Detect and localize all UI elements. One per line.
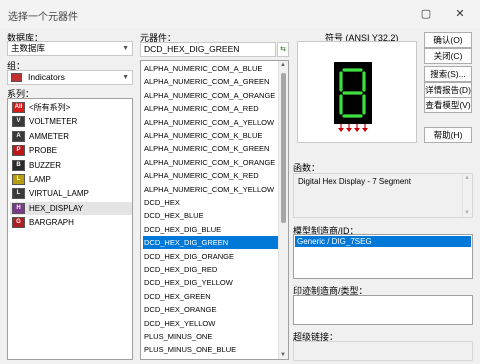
component-item[interactable]: DCD_HEX_DIG_RED (143, 263, 278, 276)
ammeter-icon: A (12, 130, 25, 142)
series-item[interactable]: G BARGRAPH (10, 216, 132, 229)
component-item[interactable]: DCD_HEX_GREEN (143, 290, 278, 303)
component-item[interactable]: DCD_HEX_YELLOW (143, 317, 278, 330)
component-item[interactable]: ALPHA_NUMERIC_COM_K_ORANGE (143, 156, 278, 169)
hyperlink-box (293, 341, 473, 361)
component-item[interactable]: ALPHA_NUMERIC_COM_K_BLUE (143, 129, 278, 142)
component-item[interactable]: DCD_HEX_DIG_BLUE (143, 223, 278, 236)
series-item[interactable]: L VIRTUAL_LAMP (10, 187, 132, 200)
series-item[interactable]: B BUZZER (10, 159, 132, 172)
component-item[interactable]: ALPHA_NUMERIC_COM_K_GREEN (143, 142, 278, 155)
component-item[interactable]: ALPHA_NUMERIC_COM_A_GREEN (143, 75, 278, 88)
scroll-down-icon[interactable]: ▼ (463, 210, 471, 216)
seven-segment-symbol (334, 62, 372, 132)
series-item[interactable]: L LAMP (10, 173, 132, 186)
footprint-mfr-list[interactable] (293, 295, 473, 325)
voltmeter-icon: V (12, 116, 25, 128)
bargraph-icon: G (12, 217, 25, 229)
component-item[interactable]: ALPHA_NUMERIC_COM_A_BLUE (143, 62, 278, 75)
component-item[interactable]: DCD_HEX_DIG_ORANGE (143, 250, 278, 263)
component-item[interactable]: ALPHA_NUMERIC_COM_A_RED (143, 102, 278, 115)
filter-icon[interactable]: ⇆ (277, 42, 289, 57)
component-item[interactable]: PLUS_MINUS_ONE (143, 330, 278, 343)
component-item[interactable]: DCD_HEX_DIG_YELLOW (143, 276, 278, 289)
series-item-label: BUZZER (29, 160, 61, 170)
confirm-button[interactable]: 确认(O) (424, 32, 472, 48)
scrollbar-thumb[interactable] (281, 73, 286, 223)
lamp-icon: L (12, 174, 25, 185)
scroll-up-icon[interactable]: ▲ (463, 175, 471, 181)
component-list[interactable]: ▲ ▼ ALPHA_NUMERIC_COM_A_BLUE ALPHA_NUMERI… (140, 60, 289, 360)
series-item-label: <所有系列> (29, 103, 71, 112)
series-item-label: AMMETER (29, 131, 69, 141)
series-list[interactable]: All <所有系列> V VOLTMETER A AMMETER P PROBE B BUZZER… (7, 98, 133, 360)
component-item[interactable]: DCD_HEX (143, 196, 278, 209)
series-item[interactable]: P PROBE (10, 144, 132, 157)
series-item[interactable]: V VOLTMETER (10, 115, 132, 128)
view-model-button[interactable]: 查看模型(V) (424, 97, 472, 113)
hex-display-icon: H (12, 202, 25, 214)
component-item[interactable]: DCD_HEX_BLUE (143, 209, 278, 222)
component-input[interactable]: DCD_HEX_DIG_GREEN (140, 42, 276, 57)
database-select[interactable]: 主数据库 ▼ (7, 41, 133, 56)
chevron-down-icon: ▼ (122, 74, 129, 81)
database-value: 主数据库 (11, 43, 46, 53)
component-item[interactable]: ALPHA_NUMERIC_COM_K_RED (143, 169, 278, 182)
series-item[interactable]: H HEX_DISPLAY (10, 201, 132, 215)
symbol-preview (297, 41, 417, 143)
series-item[interactable]: A AMMETER (10, 130, 132, 143)
search-button[interactable]: 搜索(S)... (424, 66, 472, 82)
series-item-label: PROBE (29, 146, 58, 156)
series-item-label: BARGRAPH (29, 218, 74, 228)
series-item[interactable]: All <所有系列> (10, 101, 132, 114)
title-bar: 选择一个元器件 ▢ ✕ (0, 0, 480, 28)
component-item[interactable]: ALPHA_NUMERIC_COM_K_YELLOW (143, 183, 278, 196)
function-text: Digital Hex Display - 7 Segment (298, 177, 411, 186)
model-mfr-list[interactable]: Generic / DIG_7SEG (293, 234, 473, 279)
component-value: DCD_HEX_DIG_GREEN (144, 44, 240, 54)
scroll-up-icon[interactable]: ▲ (279, 62, 287, 68)
group-value: Indicators (28, 72, 65, 82)
series-item-label: HEX_DISPLAY (29, 203, 84, 213)
probe-icon: P (12, 145, 25, 157)
maximize-icon[interactable]: ▢ (412, 4, 440, 24)
window-title: 选择一个元器件 (8, 12, 78, 23)
buzzer-icon: B (12, 159, 25, 171)
function-box: Digital Hex Display - 7 Segment ▲ ▼ (293, 173, 473, 218)
component-item[interactable]: ALPHA_NUMERIC_COM_A_YELLOW (143, 116, 278, 129)
series-item-label: LAMP (29, 175, 51, 184)
component-item[interactable]: PLUS_MINUS_ONE_BLUE (143, 343, 278, 356)
details-report-button[interactable]: 详情报告(D) (424, 82, 472, 98)
function-scrollbar[interactable]: ▲ ▼ (462, 174, 472, 217)
component-scrollbar[interactable]: ▲ ▼ (278, 61, 288, 359)
help-button[interactable]: 帮助(H) (424, 127, 472, 143)
close-window-icon[interactable]: ✕ (446, 4, 474, 24)
component-item[interactable]: DCD_HEX_ORANGE (143, 303, 278, 316)
scroll-down-icon[interactable]: ▼ (279, 352, 287, 358)
component-item[interactable]: ALPHA_NUMERIC_COM_A_ORANGE (143, 89, 278, 102)
all-series-icon: All (12, 102, 25, 113)
series-item-label: VIRTUAL_LAMP (29, 189, 89, 199)
chevron-down-icon: ▼ (122, 45, 129, 52)
indicators-icon (11, 73, 22, 82)
component-item[interactable]: DCD_HEX_DIG_GREEN (143, 236, 278, 250)
close-button[interactable]: 关闭(C) (424, 48, 472, 64)
group-select[interactable]: Indicators ▼ (7, 70, 133, 85)
virtual-lamp-icon: L (12, 188, 25, 200)
series-item-label: VOLTMETER (29, 117, 78, 127)
model-mfr-item[interactable]: Generic / DIG_7SEG (295, 236, 471, 247)
